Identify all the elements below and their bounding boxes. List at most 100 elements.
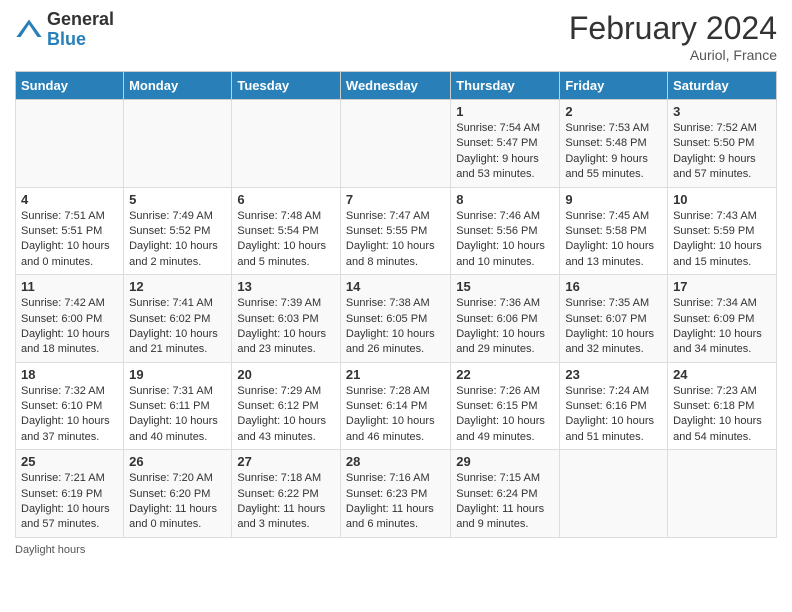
- day-info: Sunrise: 7:20 AM Sunset: 6:20 PM Dayligh…: [129, 471, 226, 533]
- day-info: Sunrise: 7:54 AM Sunset: 5:47 PM Dayligh…: [456, 121, 554, 183]
- calendar-cell: 16 Sunrise: 7:35 AM Sunset: 6:07 PM Dayli…: [560, 275, 668, 363]
- calendar-cell: [232, 100, 341, 188]
- column-header-thursday: Thursday: [451, 72, 560, 100]
- day-info: Sunrise: 7:42 AM Sunset: 6:00 PM Dayligh…: [21, 296, 118, 358]
- calendar-cell: 1 Sunrise: 7:54 AM Sunset: 5:47 PM Daylig…: [451, 100, 560, 188]
- calendar-cell: 15 Sunrise: 7:36 AM Sunset: 6:06 PM Dayli…: [451, 275, 560, 363]
- day-number: 28: [346, 454, 445, 469]
- day-number: 12: [129, 279, 226, 294]
- logo: General Blue: [15, 10, 114, 50]
- day-number: 17: [673, 279, 771, 294]
- logo-text: General Blue: [47, 10, 114, 50]
- day-info: Sunrise: 7:39 AM Sunset: 6:03 PM Dayligh…: [237, 296, 335, 358]
- day-info: Sunrise: 7:49 AM Sunset: 5:52 PM Dayligh…: [129, 209, 226, 271]
- day-number: 15: [456, 279, 554, 294]
- calendar-cell: 18 Sunrise: 7:32 AM Sunset: 6:10 PM Dayli…: [16, 362, 124, 450]
- day-info: Sunrise: 7:41 AM Sunset: 6:02 PM Dayligh…: [129, 296, 226, 358]
- calendar-cell: 17 Sunrise: 7:34 AM Sunset: 6:09 PM Dayli…: [668, 275, 777, 363]
- calendar-week-row: 25Sunrise: 7:21 AM Sunset: 6:19 PM Dayli…: [16, 450, 777, 538]
- day-info: Sunrise: 7:31 AM Sunset: 6:11 PM Dayligh…: [129, 384, 226, 446]
- calendar-cell: 29 Sunrise: 7:15 AM Sunset: 6:24 PM Dayli…: [451, 450, 560, 538]
- day-number: 23: [565, 367, 662, 382]
- calendar-week-row: 11Sunrise: 7:42 AM Sunset: 6:00 PM Dayli…: [16, 275, 777, 363]
- day-number: 24: [673, 367, 771, 382]
- day-info: Sunrise: 7:51 AM Sunset: 5:51 PM Dayligh…: [21, 209, 118, 271]
- day-number: 29: [456, 454, 554, 469]
- calendar-cell: 27Sunrise: 7:18 AM Sunset: 6:22 PM Dayli…: [232, 450, 341, 538]
- calendar-cell: 21 Sunrise: 7:28 AM Sunset: 6:14 PM Dayli…: [340, 362, 450, 450]
- month-year-title: February 2024: [569, 10, 777, 47]
- calendar-cell: 12 Sunrise: 7:41 AM Sunset: 6:02 PM Dayli…: [124, 275, 232, 363]
- day-number: 21: [346, 367, 445, 382]
- day-info: Sunrise: 7:36 AM Sunset: 6:06 PM Dayligh…: [456, 296, 554, 358]
- day-number: 16: [565, 279, 662, 294]
- calendar-cell: 6 Sunrise: 7:48 AM Sunset: 5:54 PM Daylig…: [232, 187, 341, 275]
- day-info: Sunrise: 7:38 AM Sunset: 6:05 PM Dayligh…: [346, 296, 445, 358]
- day-info: Sunrise: 7:47 AM Sunset: 5:55 PM Dayligh…: [346, 209, 445, 271]
- column-header-sunday: Sunday: [16, 72, 124, 100]
- day-number: 3: [673, 104, 771, 119]
- calendar-cell: 13 Sunrise: 7:39 AM Sunset: 6:03 PM Dayli…: [232, 275, 341, 363]
- day-info: Sunrise: 7:45 AM Sunset: 5:58 PM Dayligh…: [565, 209, 662, 271]
- calendar-week-row: 1 Sunrise: 7:54 AM Sunset: 5:47 PM Daylig…: [16, 100, 777, 188]
- day-number: 22: [456, 367, 554, 382]
- calendar-cell: 24Sunrise: 7:23 AM Sunset: 6:18 PM Dayli…: [668, 362, 777, 450]
- calendar-cell: 9Sunrise: 7:45 AM Sunset: 5:58 PM Daylig…: [560, 187, 668, 275]
- calendar-cell: 2 Sunrise: 7:53 AM Sunset: 5:48 PM Daylig…: [560, 100, 668, 188]
- day-number: 8: [456, 192, 554, 207]
- calendar-cell: 7Sunrise: 7:47 AM Sunset: 5:55 PM Daylig…: [340, 187, 450, 275]
- calendar-cell: [16, 100, 124, 188]
- day-info: Sunrise: 7:35 AM Sunset: 6:07 PM Dayligh…: [565, 296, 662, 358]
- day-number: 2: [565, 104, 662, 119]
- day-info: Sunrise: 7:52 AM Sunset: 5:50 PM Dayligh…: [673, 121, 771, 183]
- column-header-wednesday: Wednesday: [340, 72, 450, 100]
- day-number: 4: [21, 192, 118, 207]
- column-header-monday: Monday: [124, 72, 232, 100]
- day-number: 10: [673, 192, 771, 207]
- column-header-friday: Friday: [560, 72, 668, 100]
- day-number: 18: [21, 367, 118, 382]
- day-info: Sunrise: 7:26 AM Sunset: 6:15 PM Dayligh…: [456, 384, 554, 446]
- day-number: 13: [237, 279, 335, 294]
- day-number: 27: [237, 454, 335, 469]
- calendar-cell: 14Sunrise: 7:38 AM Sunset: 6:05 PM Dayli…: [340, 275, 450, 363]
- day-number: 1: [456, 104, 554, 119]
- day-info: Sunrise: 7:53 AM Sunset: 5:48 PM Dayligh…: [565, 121, 662, 183]
- day-number: 26: [129, 454, 226, 469]
- title-block: February 2024 Auriol, France: [569, 10, 777, 63]
- calendar-cell: 25Sunrise: 7:21 AM Sunset: 6:19 PM Dayli…: [16, 450, 124, 538]
- calendar-cell: 23 Sunrise: 7:24 AM Sunset: 6:16 PM Dayli…: [560, 362, 668, 450]
- day-info: Sunrise: 7:16 AM Sunset: 6:23 PM Dayligh…: [346, 471, 445, 533]
- day-number: 19: [129, 367, 226, 382]
- footer: Daylight hours: [15, 544, 777, 556]
- day-info: Sunrise: 7:34 AM Sunset: 6:09 PM Dayligh…: [673, 296, 771, 358]
- calendar-cell: 11Sunrise: 7:42 AM Sunset: 6:00 PM Dayli…: [16, 275, 124, 363]
- day-info: Sunrise: 7:15 AM Sunset: 6:24 PM Dayligh…: [456, 471, 554, 533]
- calendar-cell: 26 Sunrise: 7:20 AM Sunset: 6:20 PM Dayli…: [124, 450, 232, 538]
- logo-general: General: [47, 10, 114, 30]
- calendar-cell: 22 Sunrise: 7:26 AM Sunset: 6:15 PM Dayli…: [451, 362, 560, 450]
- calendar-cell: 28 Sunrise: 7:16 AM Sunset: 6:23 PM Dayli…: [340, 450, 450, 538]
- location-subtitle: Auriol, France: [569, 47, 777, 63]
- page-header: General Blue February 2024 Auriol, Franc…: [15, 10, 777, 63]
- column-header-saturday: Saturday: [668, 72, 777, 100]
- day-number: 6: [237, 192, 335, 207]
- calendar-cell: 3 Sunrise: 7:52 AM Sunset: 5:50 PM Daylig…: [668, 100, 777, 188]
- day-info: Sunrise: 7:28 AM Sunset: 6:14 PM Dayligh…: [346, 384, 445, 446]
- calendar-cell: 4 Sunrise: 7:51 AM Sunset: 5:51 PM Daylig…: [16, 187, 124, 275]
- calendar-cell: [560, 450, 668, 538]
- calendar-cell: 8 Sunrise: 7:46 AM Sunset: 5:56 PM Daylig…: [451, 187, 560, 275]
- day-info: Sunrise: 7:46 AM Sunset: 5:56 PM Dayligh…: [456, 209, 554, 271]
- day-info: Sunrise: 7:43 AM Sunset: 5:59 PM Dayligh…: [673, 209, 771, 271]
- day-number: 5: [129, 192, 226, 207]
- day-info: Sunrise: 7:48 AM Sunset: 5:54 PM Dayligh…: [237, 209, 335, 271]
- logo-icon: [15, 16, 43, 44]
- calendar-week-row: 4 Sunrise: 7:51 AM Sunset: 5:51 PM Daylig…: [16, 187, 777, 275]
- day-info: Sunrise: 7:32 AM Sunset: 6:10 PM Dayligh…: [21, 384, 118, 446]
- calendar-cell: [668, 450, 777, 538]
- day-info: Sunrise: 7:24 AM Sunset: 6:16 PM Dayligh…: [565, 384, 662, 446]
- day-number: 20: [237, 367, 335, 382]
- calendar-cell: [124, 100, 232, 188]
- calendar-cell: 10 Sunrise: 7:43 AM Sunset: 5:59 PM Dayli…: [668, 187, 777, 275]
- calendar-table: SundayMondayTuesdayWednesdayThursdayFrid…: [15, 71, 777, 538]
